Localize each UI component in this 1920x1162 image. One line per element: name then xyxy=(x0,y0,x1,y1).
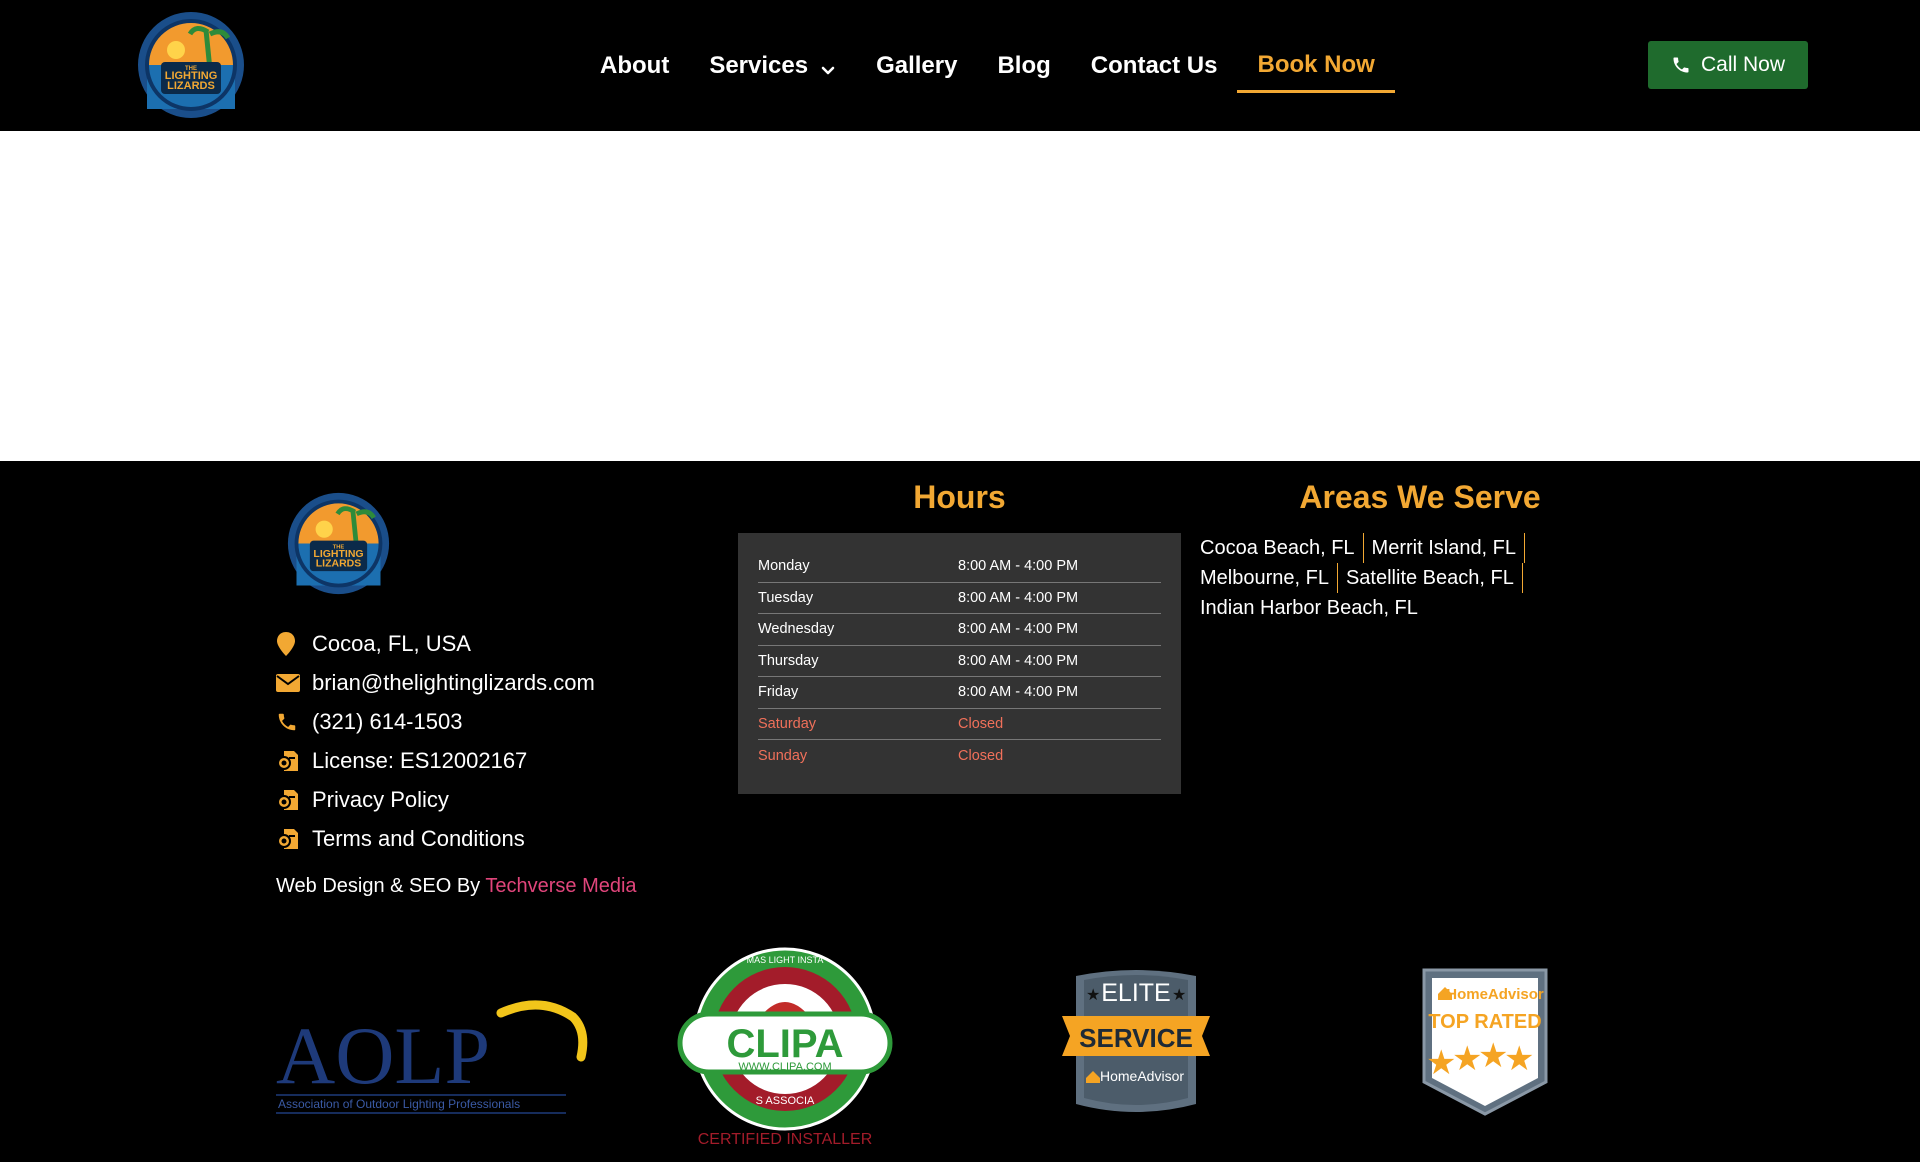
star-icon: ★ xyxy=(1086,985,1100,1004)
svg-text:AOLP: AOLP xyxy=(276,1010,490,1101)
hours-day: Saturday xyxy=(758,715,817,732)
chevron-down-icon xyxy=(820,58,836,75)
call-now-label: Call Now xyxy=(1700,53,1786,76)
hours-table: Monday 8:00 AM - 4:00 PM Tuesday 8:00 AM -… xyxy=(738,533,1181,794)
hours-day: Monday xyxy=(758,558,810,575)
footer-logo[interactable]: THE LIGHTING LIZARDS xyxy=(286,491,391,596)
areas-title: Areas We Serve xyxy=(1299,479,1541,515)
nav-gallery-label: Gallery xyxy=(876,52,958,79)
elite-service-badge: ELITE ★ ★ SERVICE HomeAdvisor xyxy=(1056,966,1216,1121)
contact-license[interactable]: License: ES12002167 xyxy=(276,741,595,780)
svg-text:MAS LIGHT INSTA: MAS LIGHT INSTA xyxy=(747,955,824,965)
privacy-policy-text: Privacy Policy xyxy=(312,786,449,812)
nav-blog-label: Blog xyxy=(997,52,1051,79)
svg-text:LIZARDS: LIZARDS xyxy=(316,557,362,569)
map-pin-icon xyxy=(276,631,302,657)
nav-services[interactable]: Services xyxy=(689,39,856,93)
star-icon: ★ xyxy=(1172,985,1186,1004)
area-item: Cocoa Beach, FL xyxy=(1200,533,1364,563)
area-item: Melbourne, FL xyxy=(1200,563,1338,593)
nav-book-now-label: Book Now xyxy=(1257,50,1375,78)
main-nav: About Services Gallery Blog Contact Us B… xyxy=(580,38,1395,94)
hours-row: Saturday Closed xyxy=(758,709,1161,740)
contact-email[interactable]: brian@thelightinglizards.com xyxy=(276,663,595,702)
svg-text:HomeAdvisor: HomeAdvisor xyxy=(1446,986,1544,1003)
hours-row: Sunday Closed xyxy=(758,740,1161,772)
area-item: Indian Harbor Beach, FL xyxy=(1200,597,1418,619)
aolp-badge: AOLP Association of Outdoor Lighting Pro… xyxy=(276,971,596,1121)
document-icon xyxy=(276,826,302,852)
terms-text: Terms and Conditions xyxy=(312,825,525,851)
hours-row: Friday 8:00 AM - 4:00 PM xyxy=(758,677,1161,709)
document-icon xyxy=(276,748,302,774)
contact-location[interactable]: Cocoa, FL, USA xyxy=(276,624,595,663)
lighting-lizards-logo[interactable]: THE LIGHTING LIZARDS xyxy=(136,10,246,120)
hours-day: Thursday xyxy=(758,652,819,669)
areas-list: Cocoa Beach, FL Merrit Island, FL Melbour… xyxy=(1200,533,1620,623)
nav-about[interactable]: About xyxy=(580,39,689,93)
terms-link[interactable]: Terms and Conditions xyxy=(276,819,595,858)
hours-time: 8:00 AM - 4:00 PM xyxy=(958,652,1079,669)
hours-day: Wednesday xyxy=(758,621,835,638)
hours-time: 8:00 AM - 4:00 PM xyxy=(958,558,1079,575)
svg-text:CLIPA: CLIPA xyxy=(726,1022,843,1066)
svg-text:Association of Outdoor Lightin: Association of Outdoor Lighting Professi… xyxy=(278,1097,520,1111)
area-item: Satellite Beach, FL xyxy=(1346,563,1523,593)
svg-text:TOP RATED: TOP RATED xyxy=(1428,1011,1541,1033)
techverse-media-link[interactable]: Techverse Media xyxy=(485,875,636,897)
hours-row: Thursday 8:00 AM - 4:00 PM xyxy=(758,646,1161,677)
svg-text:WWW.CLIPA.COM: WWW.CLIPA.COM xyxy=(738,1061,831,1073)
call-now-button[interactable]: Call Now xyxy=(1648,41,1808,89)
svg-text:SERVICE: SERVICE xyxy=(1079,1023,1193,1053)
svg-text:LIZARDS: LIZARDS xyxy=(167,80,215,92)
area-item: Merrit Island, FL xyxy=(1372,533,1526,563)
hours-day: Tuesday xyxy=(758,589,814,606)
hours-day: Sunday xyxy=(758,747,808,764)
credit-prefix: Web Design & SEO By xyxy=(276,875,486,897)
svg-text:S ASSOCIA: S ASSOCIA xyxy=(756,1095,815,1107)
envelope-icon xyxy=(276,670,302,696)
nav-contact-us[interactable]: Contact Us xyxy=(1071,39,1238,93)
hours-time: Closed xyxy=(958,715,1004,732)
privacy-policy-link[interactable]: Privacy Policy xyxy=(276,780,595,819)
nav-gallery[interactable]: Gallery xyxy=(856,39,977,93)
hours-time: Closed xyxy=(958,747,1004,764)
hours-time: 8:00 AM - 4:00 PM xyxy=(958,621,1079,638)
svg-text:ELITE: ELITE xyxy=(1101,979,1170,1007)
clipa-badge: CLIPA WWW.CLIPA.COM MAS LIGHT INSTA S AS… xyxy=(670,939,900,1149)
phone-icon xyxy=(1673,57,1689,73)
hours-row: Wednesday 8:00 AM - 4:00 PM xyxy=(758,614,1161,646)
contact-phone-text: (321) 614-1503 xyxy=(312,708,463,734)
nav-blog[interactable]: Blog xyxy=(977,39,1070,93)
site-header: THE LIGHTING LIZARDS About Services Gall… xyxy=(0,0,1920,131)
nav-about-label: About xyxy=(600,52,670,79)
hours-time: 8:00 AM - 4:00 PM xyxy=(958,684,1079,701)
contact-email-text: brian@thelightinglizards.com xyxy=(312,669,595,695)
phone-icon xyxy=(276,709,302,735)
site-footer: THE LIGHTING LIZARDS Cocoa, FL, USA bria… xyxy=(0,461,1920,1162)
nav-book-now[interactable]: Book Now xyxy=(1237,39,1395,93)
nav-services-label: Services xyxy=(709,52,809,79)
hours-row: Tuesday 8:00 AM - 4:00 PM xyxy=(758,583,1161,614)
contact-location-text: Cocoa, FL, USA xyxy=(312,630,471,656)
homeadvisor-top-rated-badge: HomeAdvisor TOP RATED ★ ★ ★ ★ xyxy=(1418,964,1552,1116)
web-design-credit: Web Design & SEO By Techverse Media xyxy=(276,875,637,898)
star-icon: ★ xyxy=(1504,1039,1534,1079)
document-icon xyxy=(276,787,302,813)
contact-license-text: License: ES12002167 xyxy=(312,747,528,773)
svg-text:HomeAdvisor: HomeAdvisor xyxy=(1100,1068,1184,1084)
contact-list: Cocoa, FL, USA brian@thelightinglizards.… xyxy=(276,624,595,858)
hours-time: 8:00 AM - 4:00 PM xyxy=(958,589,1079,606)
hours-row: Monday 8:00 AM - 4:00 PM xyxy=(758,551,1161,583)
hours-day: Friday xyxy=(758,684,799,701)
content-area xyxy=(0,131,1920,461)
contact-phone[interactable]: (321) 614-1503 xyxy=(276,702,595,741)
svg-text:CERTIFIED INSTALLER: CERTIFIED INSTALLER xyxy=(698,1131,873,1148)
hours-title: Hours xyxy=(913,479,1006,515)
nav-contact-label: Contact Us xyxy=(1090,52,1218,79)
